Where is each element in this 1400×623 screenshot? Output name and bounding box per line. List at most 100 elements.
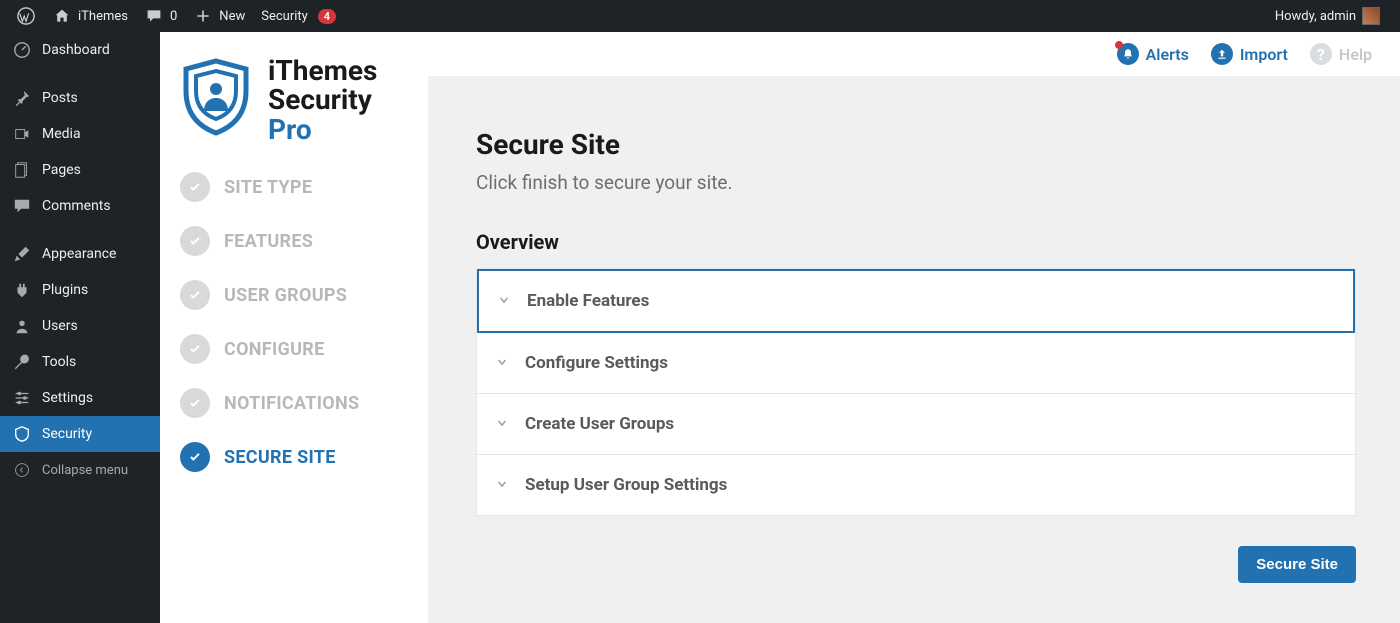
comments-link[interactable]: 0 [136,0,185,32]
brand-shield-icon [180,57,252,143]
menu-comments[interactable]: Comments [0,188,160,224]
overview-title: Overview [476,230,1356,254]
menu-label: Posts [42,90,78,106]
bell-icon [1117,43,1139,65]
wordpress-icon [16,6,36,26]
site-name-link[interactable]: iThemes [44,0,136,32]
menu-label: Users [42,318,78,334]
step-label: NOTIFICATIONS [224,393,359,414]
wizard-step-site-type[interactable]: SITE TYPE [180,172,408,202]
menu-label: Comments [42,198,111,214]
wizard-step-secure-site[interactable]: SECURE SITE [180,442,408,472]
menu-media[interactable]: Media [0,116,160,152]
step-label: FEATURES [224,231,313,252]
menu-posts[interactable]: Posts [0,80,160,116]
brand-line1: iThemes [268,56,377,85]
alerts-button[interactable]: Alerts [1117,43,1189,65]
users-icon [12,316,32,336]
page-subtitle: Click finish to secure your site. [476,171,1356,194]
menu-plugins[interactable]: Plugins [0,272,160,308]
new-label: New [219,9,245,24]
menu-appearance[interactable]: Appearance [0,236,160,272]
main-content: Secure Site Click finish to secure your … [428,76,1400,623]
menu-security[interactable]: Security [0,416,160,452]
menu-label: Settings [42,390,93,406]
accordion-enable-features[interactable]: Enable Features [477,269,1355,333]
page-title: Secure Site [476,128,1356,161]
account-link[interactable]: Howdy, admin [1267,0,1388,32]
comment-icon [144,6,164,26]
secure-site-button[interactable]: Secure Site [1238,546,1356,583]
check-circle-icon [180,172,210,202]
menu-label: Dashboard [42,42,110,58]
pages-icon [12,160,32,180]
menu-pages[interactable]: Pages [0,152,160,188]
accordion-label: Enable Features [527,291,649,311]
comments-icon [12,196,32,216]
menu-users[interactable]: Users [0,308,160,344]
new-content-link[interactable]: New [185,0,253,32]
chevron-down-icon [495,354,509,373]
accordion-label: Setup User Group Settings [525,475,727,495]
accordion-label: Configure Settings [525,353,668,373]
wizard-step-features[interactable]: FEATURES [180,226,408,256]
step-label: USER GROUPS [224,285,347,306]
brand: iThemes Security Pro [180,56,408,144]
comment-count: 0 [170,9,177,24]
menu-settings[interactable]: Settings [0,380,160,416]
step-label: SITE TYPE [224,177,312,198]
overview-accordion: Enable Features Configure Settings Creat… [476,268,1356,516]
check-circle-icon [180,442,210,472]
collapse-icon [12,460,32,480]
wp-logo[interactable] [8,0,44,32]
wizard-step-user-groups[interactable]: USER GROUPS [180,280,408,310]
accordion-create-user-groups[interactable]: Create User Groups [477,394,1355,455]
security-toolbar-link[interactable]: Security 4 [253,0,344,32]
security-badge: 4 [318,9,336,24]
wp-admin-bar: iThemes 0 New Security 4 Howdy, admin [0,0,1400,32]
brand-line2: Security [268,85,377,114]
import-button[interactable]: Import [1211,43,1288,65]
plugin-icon [12,280,32,300]
sliders-icon [12,388,32,408]
site-name: iThemes [78,9,128,24]
menu-label: Pages [42,162,81,178]
wizard-step-notifications[interactable]: NOTIFICATIONS [180,388,408,418]
wizard-step-configure[interactable]: CONFIGURE [180,334,408,364]
check-circle-icon [180,226,210,256]
admin-bar-left: iThemes 0 New Security 4 [8,0,344,32]
plus-icon [193,6,213,26]
collapse-menu[interactable]: Collapse menu [0,452,160,488]
menu-tools[interactable]: Tools [0,344,160,380]
wp-admin-menu: Dashboard Posts Media Pages Comments App… [0,32,160,623]
alerts-label: Alerts [1146,45,1189,64]
menu-label: Media [42,126,81,142]
brand-line3: Pro [268,115,377,144]
pin-icon [12,88,32,108]
security-toolbar-label: Security [261,9,308,24]
shield-icon [12,424,32,444]
brand-text: iThemes Security Pro [268,56,377,144]
step-label: CONFIGURE [224,339,325,360]
admin-bar-right: Howdy, admin [1267,0,1392,32]
accordion-label: Create User Groups [525,414,674,434]
brush-icon [12,244,32,264]
howdy-text: Howdy, admin [1275,9,1356,24]
menu-dashboard[interactable]: Dashboard [0,32,160,68]
accordion-configure-settings[interactable]: Configure Settings [477,333,1355,394]
help-label: Help [1339,45,1372,64]
help-button[interactable]: ? Help [1310,43,1372,65]
step-label: SECURE SITE [224,447,336,468]
collapse-label: Collapse menu [42,463,128,478]
check-circle-icon [180,280,210,310]
menu-label: Tools [42,354,76,370]
dashboard-icon [12,40,32,60]
chevron-down-icon [497,292,511,311]
tools-icon [12,352,32,372]
import-label: Import [1240,45,1288,64]
notification-dot [1115,41,1123,49]
accordion-setup-user-group-settings[interactable]: Setup User Group Settings [477,455,1355,515]
menu-label: Security [42,426,92,442]
wizard-sidebar: iThemes Security Pro SITE TYPE FEATURES US… [160,32,428,623]
avatar [1362,7,1380,25]
